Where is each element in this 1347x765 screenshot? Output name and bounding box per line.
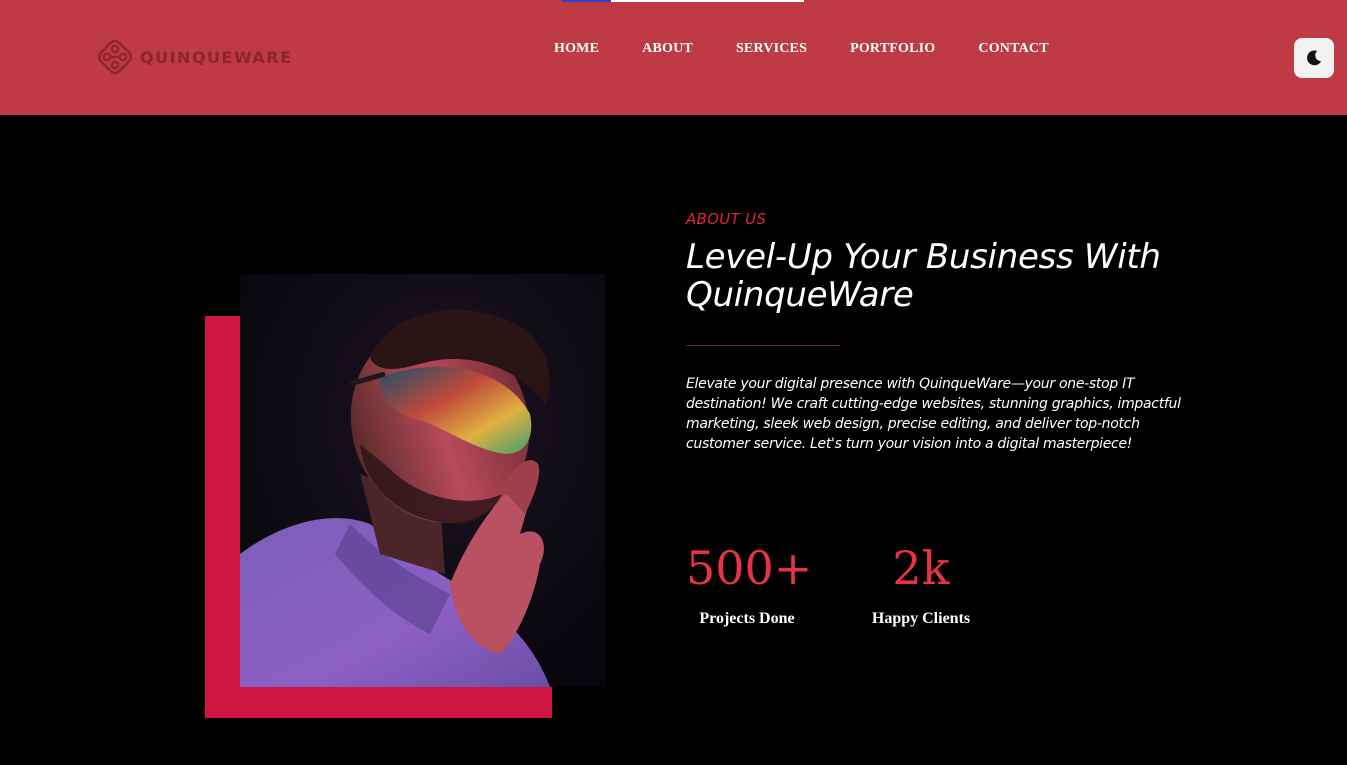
nav-home[interactable]: HOME [554, 40, 599, 58]
stat-label: Projects Done [699, 610, 795, 627]
section-divider [686, 345, 840, 346]
about-eyebrow: ABOUT US [686, 210, 767, 228]
nav-about[interactable]: ABOUT [642, 40, 693, 58]
nav-contact[interactable]: CONTACT [978, 40, 1048, 58]
headline-line-2: QuinqueWare [686, 275, 914, 315]
stat-clients: 2k Happy Clients [862, 540, 980, 628]
nav-services[interactable]: SERVICES [736, 40, 807, 58]
theme-toggle-button[interactable] [1294, 38, 1334, 78]
about-photo [240, 274, 605, 687]
moon-icon [1307, 50, 1322, 66]
quinqueware-logo-icon [97, 39, 133, 75]
site-header: QUINQUEWARE HOME ABOUT SERVICES PORTFOLI… [0, 0, 1347, 115]
main-nav: HOME ABOUT SERVICES PORTFOLIO CONTACT [554, 40, 1092, 58]
logo-link[interactable]: QUINQUEWARE [94, 36, 293, 78]
headline-line-1: Level-Up Your Business With [686, 237, 1161, 277]
scroll-progress-indicator [562, 0, 804, 2]
nav-portfolio[interactable]: PORTFOLIO [850, 40, 935, 58]
stat-label: Happy Clients [871, 610, 971, 627]
stat-value: 500+ [686, 541, 813, 595]
about-headline: Level-Up Your Business With QuinqueWare [686, 238, 1226, 314]
brand-name: QUINQUEWARE [140, 47, 293, 67]
stat-value: 2k [892, 541, 950, 595]
portrait-illustration [240, 274, 605, 687]
scroll-progress-segment [562, 0, 611, 2]
about-description: Elevate your digital presence with Quinq… [686, 376, 1181, 452]
stat-projects: 500+ Projects Done [686, 540, 813, 628]
